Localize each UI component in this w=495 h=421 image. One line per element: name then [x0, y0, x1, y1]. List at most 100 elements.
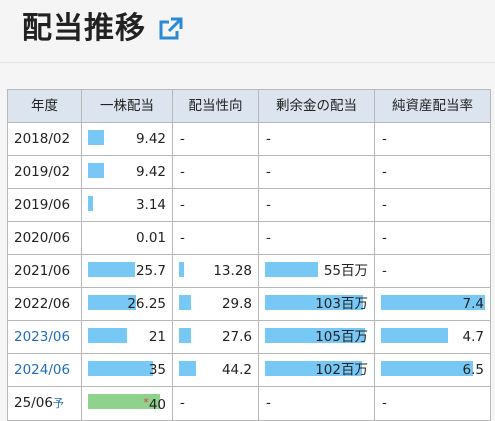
- value-number: 9.42: [135, 131, 166, 147]
- cell-surplus: -: [258, 386, 375, 421]
- value-text: *40: [143, 387, 166, 421]
- value-number: 7.4: [462, 296, 484, 312]
- value-number: 44.2: [221, 362, 252, 378]
- value-text: -: [382, 255, 387, 287]
- value-bar: [88, 163, 104, 178]
- value-number: -: [180, 197, 185, 213]
- external-link-icon[interactable]: [158, 16, 184, 42]
- value-bar: [88, 262, 135, 277]
- cell-dps: 21: [81, 320, 173, 354]
- col-header-year: 年度: [7, 89, 82, 123]
- year-cell: 2022/06: [7, 287, 82, 321]
- cell-payout: -: [172, 188, 259, 222]
- value-number: -: [266, 197, 271, 213]
- value-number: -: [266, 230, 271, 246]
- cell-payout: 13.28: [172, 254, 259, 288]
- table-row: 2020/06 0.01- - -: [7, 221, 491, 255]
- value-number: -: [180, 131, 185, 147]
- value-number: 29.8: [221, 296, 252, 312]
- value-text: 103百万: [315, 288, 368, 320]
- value-text: -: [266, 189, 271, 221]
- value-number: -: [382, 395, 387, 411]
- value-number: 103百万: [315, 296, 368, 312]
- value-text: 21: [149, 321, 166, 353]
- page-title: 配当推移: [22, 11, 146, 46]
- cell-surplus: 103百万: [258, 287, 375, 321]
- table-row: 2023/06 21 27.6 105百万 4.7: [7, 320, 491, 354]
- cell-payout: 44.2: [172, 353, 259, 387]
- value-number: -: [266, 395, 271, 411]
- value-number: -: [382, 164, 387, 180]
- value-bar: [88, 328, 127, 343]
- value-text: -: [180, 156, 185, 188]
- value-bar: [381, 361, 473, 376]
- value-text: 29.8: [222, 288, 252, 320]
- value-text: -: [180, 387, 185, 419]
- value-text: -: [382, 156, 387, 188]
- table-header-row: 年度 一株配当 配当性向 剰余金の配当 純資産配当率: [7, 89, 491, 123]
- value-bar: [265, 262, 318, 277]
- value-number: 6.5: [462, 362, 484, 378]
- cell-doe: -: [374, 254, 491, 288]
- value-bar: [88, 130, 104, 145]
- value-text: 13.28: [213, 255, 252, 287]
- value-text: -: [382, 387, 387, 419]
- value-text: 35: [149, 354, 166, 386]
- table-row: 2021/06 25.7 13.28 55百万 -: [7, 254, 491, 288]
- value-number: 27.6: [221, 329, 252, 345]
- value-number: -: [180, 164, 185, 180]
- value-number: 0.01: [135, 230, 166, 246]
- value-text: -: [266, 123, 271, 155]
- value-number: 26.25: [127, 296, 166, 312]
- cell-dps: 26.25: [81, 287, 173, 321]
- value-text: 102百万: [315, 354, 368, 386]
- value-text: 4.7: [463, 321, 484, 353]
- value-text: 44.2: [222, 354, 252, 386]
- table-row: 2019/06 3.14- - -: [7, 188, 491, 222]
- value-text: 9.42: [136, 123, 166, 155]
- cell-dps: 25.7: [81, 254, 173, 288]
- year-label: 2024/06: [14, 362, 71, 378]
- forecast-mark: 予: [52, 397, 64, 410]
- cell-dps: 9.42: [81, 155, 173, 189]
- cell-doe: -: [374, 221, 491, 255]
- cell-surplus: -: [258, 122, 375, 156]
- col-header-payout: 配当性向: [172, 89, 259, 123]
- cell-dps: *40: [81, 386, 173, 421]
- value-bar: [179, 328, 191, 343]
- year-label: 2022/06: [14, 296, 71, 312]
- value-text: -: [382, 222, 387, 254]
- table-row: 2022/06 26.25 29.8 103百万 7.4: [7, 287, 491, 321]
- table-row: 2019/02 9.42- - -: [7, 155, 491, 189]
- cell-payout: 27.6: [172, 320, 259, 354]
- year-cell: 25/06予: [7, 386, 82, 421]
- value-text: -: [180, 123, 185, 155]
- cell-payout: -: [172, 386, 259, 421]
- cell-payout: 29.8: [172, 287, 259, 321]
- value-number: -: [382, 197, 387, 213]
- cell-payout: -: [172, 155, 259, 189]
- value-number: 35: [148, 362, 166, 378]
- cell-surplus: -: [258, 188, 375, 222]
- year-label: 2020/06: [14, 230, 71, 246]
- value-text: 27.6: [222, 321, 252, 353]
- value-text: 9.42: [136, 156, 166, 188]
- value-text: -: [266, 222, 271, 254]
- cell-dps: 3.14: [81, 188, 173, 222]
- value-text: 6.5: [463, 354, 484, 386]
- year-label: 2019/06: [14, 197, 71, 213]
- value-text: -: [266, 387, 271, 419]
- value-number: -: [382, 263, 387, 279]
- year-label: 2021/06: [14, 263, 71, 279]
- value-number: 3.14: [135, 197, 166, 213]
- value-number: 13.28: [213, 263, 252, 279]
- value-number: -: [382, 131, 387, 147]
- year-link[interactable]: 2024/06: [7, 353, 82, 387]
- year-link[interactable]: 2023/06: [7, 320, 82, 354]
- cell-payout: -: [172, 122, 259, 156]
- cell-doe: -: [374, 122, 491, 156]
- page-header: 配当推移: [0, 0, 495, 58]
- col-header-doe: 純資産配当率: [374, 89, 491, 123]
- value-text: -: [180, 222, 185, 254]
- year-cell: 2021/06: [7, 254, 82, 288]
